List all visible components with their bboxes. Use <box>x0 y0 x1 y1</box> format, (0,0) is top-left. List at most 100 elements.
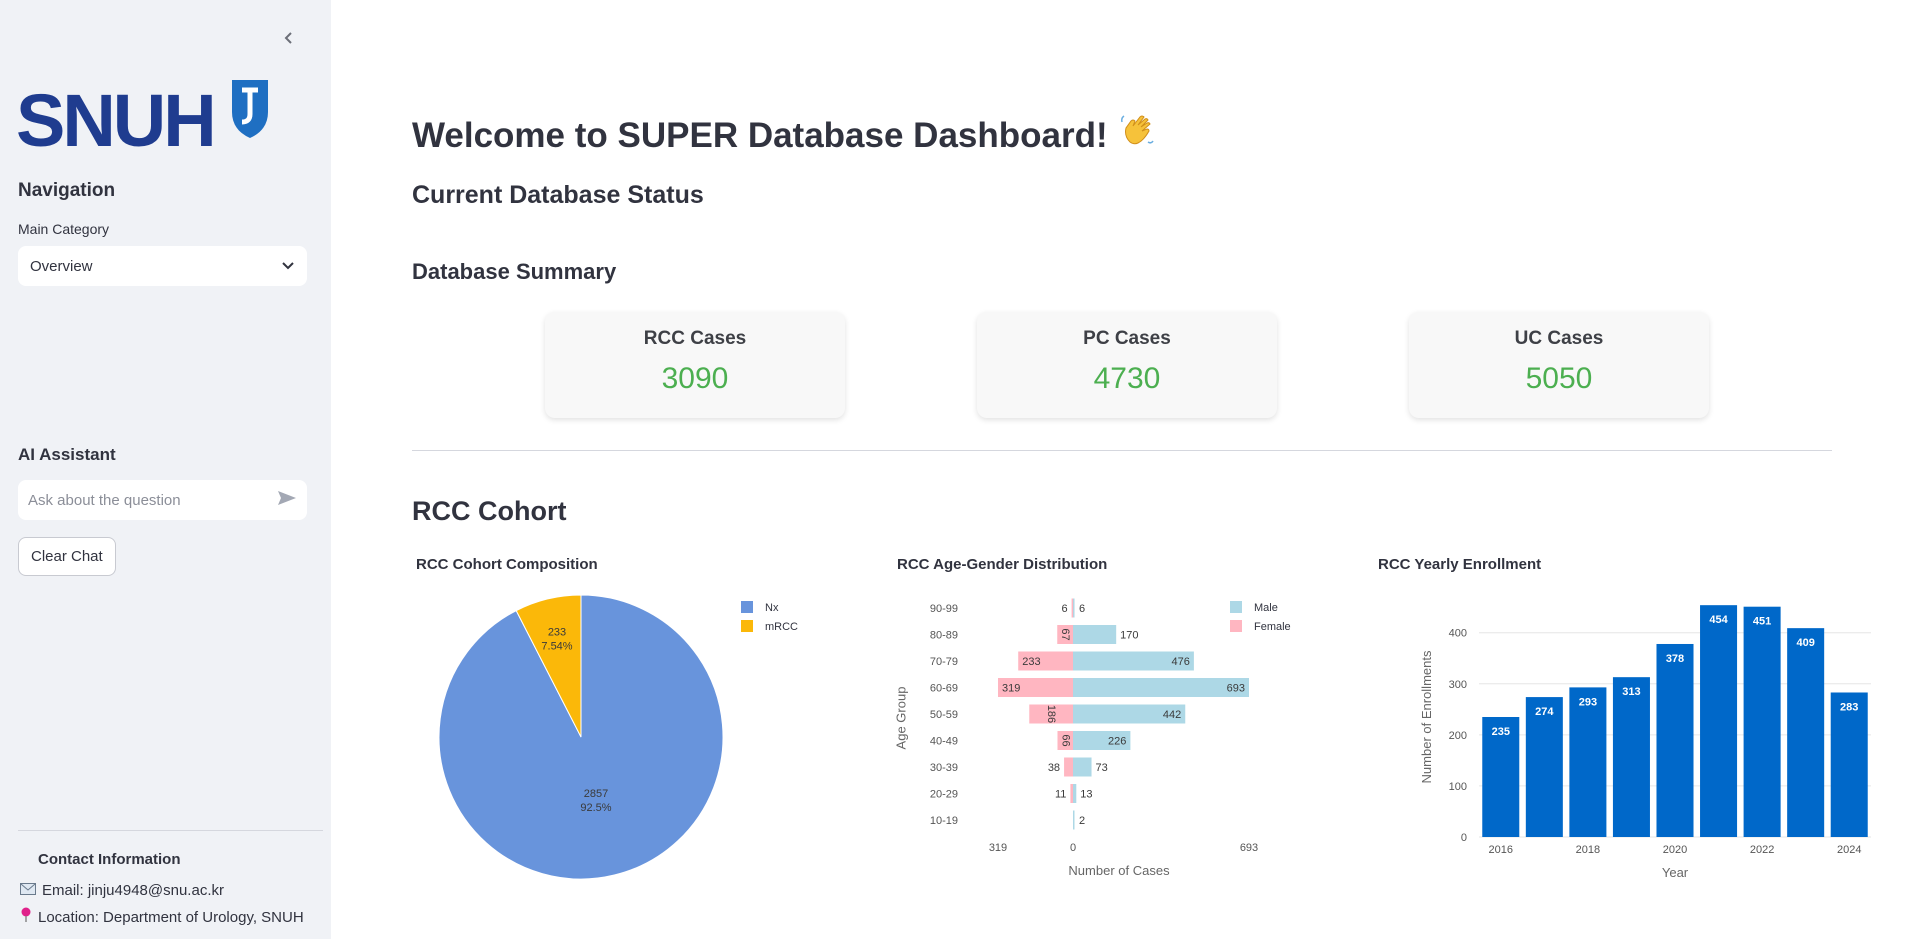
bar-value-label: 378 <box>1666 653 1684 665</box>
bar-value-label: 283 <box>1840 701 1858 713</box>
bar-male[interactable] <box>1073 757 1092 777</box>
age-tick-label: 20-29 <box>930 789 958 801</box>
age-gender-chart: 90-99 66 80-89 170 67 70-79 476 233 60-69 693 319 5… <box>893 598 1291 878</box>
bar-label-female: 6 <box>1061 603 1067 615</box>
bar-label-female: 38 <box>1048 762 1060 774</box>
x-tick-label: 2020 <box>1663 844 1687 856</box>
waving-hand-icon <box>1118 112 1156 159</box>
bar-label-male: 73 <box>1096 762 1108 774</box>
enrollment-bar[interactable] <box>1830 692 1868 837</box>
bar-female[interactable] <box>1064 757 1073 777</box>
enrollment-bar[interactable] <box>1700 605 1738 837</box>
legend-swatch <box>1230 601 1242 613</box>
bar-male[interactable] <box>1073 625 1117 644</box>
age-gender-chart-title: RCC Age-Gender Distribution <box>897 556 1108 573</box>
bar-male[interactable] <box>1073 598 1075 618</box>
legend-label: Nx <box>765 602 779 614</box>
age-tick-label: 50-59 <box>930 709 958 721</box>
envelope-icon <box>20 882 36 899</box>
sidebar: SNUH Navigation Main Category Overview A… <box>0 0 331 939</box>
pie-value-label: 2857 <box>584 788 608 800</box>
bar-value-label: 454 <box>1709 614 1728 626</box>
bar-label-male: 693 <box>1227 683 1245 695</box>
enrollment-bar[interactable] <box>1787 628 1825 837</box>
chevron-down-icon <box>281 258 295 275</box>
x-tick-label: 319 <box>989 842 1007 854</box>
ai-chat-input[interactable] <box>28 491 258 509</box>
x-axis-title: Year <box>1662 865 1689 880</box>
yearly-enrollment-chart: 0 100 200 300 400 235 274 293 313 378 454 451 409 283… <box>1419 605 1871 880</box>
bar-label-female: 66 <box>1059 734 1071 746</box>
age-tick-label: 80-89 <box>930 630 958 642</box>
enrollment-bar[interactable] <box>1612 677 1650 837</box>
chevron-left-icon[interactable] <box>279 28 299 48</box>
pie-chart-title: RCC Cohort Composition <box>416 556 598 573</box>
bar-female[interactable] <box>1070 784 1073 803</box>
x-axis-title: Number of Cases <box>1068 863 1170 878</box>
metric-label: RCC Cases <box>643 328 747 349</box>
bar-label-male: 226 <box>1108 736 1126 748</box>
ai-assistant-heading: AI Assistant <box>18 445 116 464</box>
pie-value-label: 233 <box>548 627 566 639</box>
metric-value: 5050 <box>1525 362 1593 395</box>
y-axis-title: Number of Enrollments <box>1419 650 1434 783</box>
bar-male[interactable] <box>1073 678 1249 697</box>
contact-heading: Contact Information <box>38 851 181 868</box>
main-category-select[interactable]: Overview <box>18 246 307 286</box>
bar-label-male: 13 <box>1080 789 1092 801</box>
x-tick-label: 2022 <box>1750 844 1774 856</box>
metric-card-pc: PC Cases 4730 <box>977 312 1277 418</box>
send-icon[interactable] <box>277 490 297 511</box>
enrollment-bar[interactable] <box>1656 643 1694 837</box>
bar-label-female: 11 <box>1055 789 1066 801</box>
ai-chat-input-wrapper <box>18 480 307 520</box>
y-tick-label: 200 <box>1449 730 1467 742</box>
bar-male[interactable] <box>1073 810 1075 830</box>
x-tick-label: 0 <box>1070 842 1076 854</box>
bar-label-male: 2 <box>1079 815 1085 827</box>
summary-heading: Database Summary <box>412 259 617 284</box>
bar-female[interactable] <box>1071 598 1074 618</box>
x-tick-label: 693 <box>1240 842 1258 854</box>
bar-value-label: 293 <box>1579 696 1597 708</box>
metric-value: 4730 <box>1093 362 1161 395</box>
metric-value: 3090 <box>661 362 729 395</box>
legend-label: Female <box>1254 621 1291 633</box>
bar-label-female: 186 <box>1045 705 1057 723</box>
bar-value-label: 409 <box>1796 637 1814 649</box>
main-category-value: Overview <box>30 257 93 275</box>
metric-card-uc: UC Cases 5050 <box>1409 312 1709 418</box>
svg-text:SNUH: SNUH <box>16 79 214 154</box>
page-title: Welcome to SUPER Database Dashboard! <box>412 112 1156 159</box>
bar-label-male: 6 <box>1079 603 1085 615</box>
bar-value-label: 451 <box>1753 616 1771 628</box>
age-tick-label: 60-69 <box>930 683 958 695</box>
x-tick-label: 2024 <box>1837 844 1861 856</box>
bar-label-male: 170 <box>1120 630 1138 642</box>
age-tick-label: 90-99 <box>930 603 958 615</box>
bar-label-female: 67 <box>1059 628 1071 640</box>
contact-email: Email: jinju4948@snu.ac.kr <box>20 882 224 899</box>
pie-chart: 2857 92.5% 233 7.54% Nx mRCC <box>438 594 798 880</box>
navigation-heading: Navigation <box>18 180 116 201</box>
contact-location-text: Location: Department of Urology, SNUH <box>38 908 304 926</box>
yearly-chart-title: RCC Yearly Enrollment <box>1378 556 1542 573</box>
y-tick-label: 400 <box>1449 628 1467 640</box>
pie-percent-label: 92.5% <box>580 802 611 814</box>
main-content: Welcome to SUPER Database Dashboard! Cur… <box>331 0 1908 939</box>
clear-chat-button[interactable]: Clear Chat <box>18 537 116 576</box>
contact-location: Location: Department of Urology, SNUH <box>20 907 304 927</box>
enrollment-bar[interactable] <box>1569 687 1607 837</box>
legend-label: mRCC <box>765 621 798 633</box>
y-tick-label: 300 <box>1449 679 1467 691</box>
age-tick-label: 70-79 <box>930 656 958 668</box>
bar-male[interactable] <box>1073 784 1077 803</box>
age-tick-label: 40-49 <box>930 736 958 748</box>
bar-value-label: 235 <box>1492 726 1510 738</box>
age-tick-label: 30-39 <box>930 762 958 774</box>
legend-swatch <box>741 620 753 632</box>
bar-label-male: 476 <box>1172 656 1190 668</box>
y-axis-title: Age Group <box>893 687 908 750</box>
enrollment-bar[interactable] <box>1743 606 1781 837</box>
legend-swatch <box>1230 620 1242 632</box>
